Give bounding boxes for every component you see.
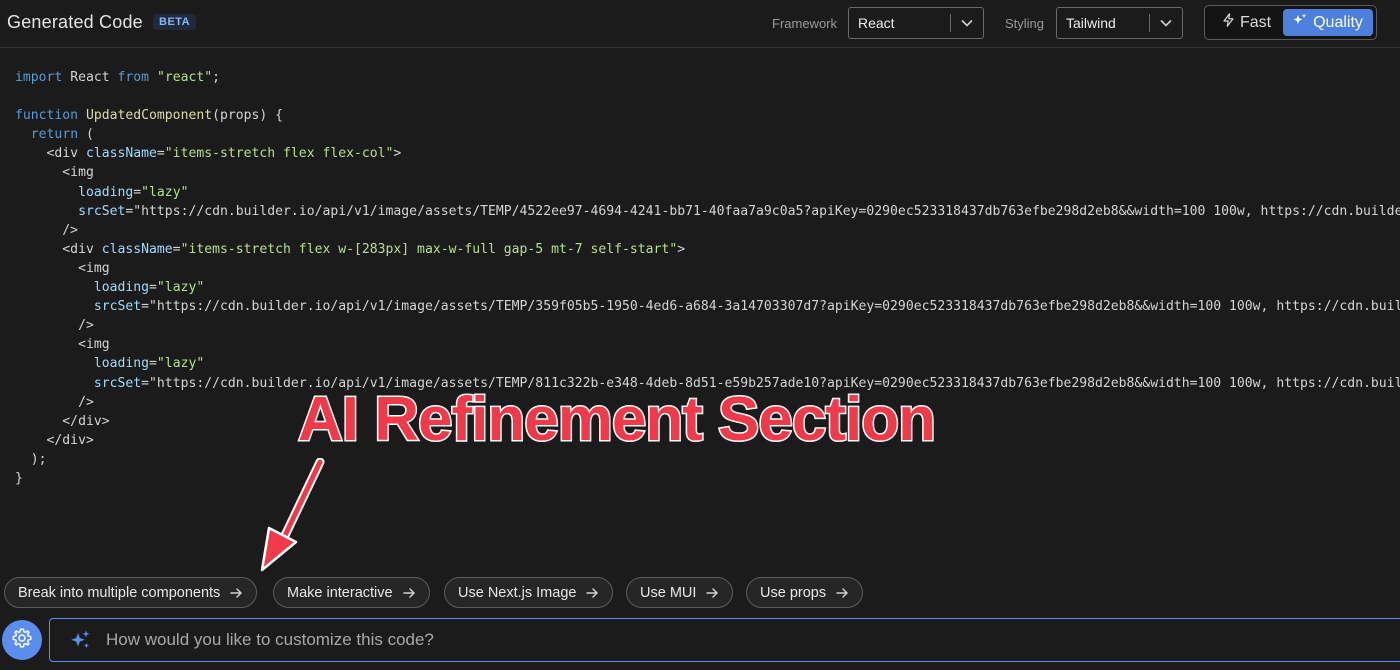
header-bar: Generated Code BETA Framework React Styl… xyxy=(0,0,1400,48)
bolt-icon xyxy=(1223,13,1234,32)
suggestion-chip[interactable]: Use MUI xyxy=(626,577,734,608)
code-line: <div className="items-stretch flex w-[28… xyxy=(15,241,686,257)
suggestion-chip[interactable]: Use props xyxy=(746,577,864,608)
sparkles-icon xyxy=(50,629,106,651)
arrow-right-icon xyxy=(402,587,416,599)
annotation-arrow-icon xyxy=(260,458,325,572)
beta-badge: BETA xyxy=(153,14,197,30)
code-line: loading="lazy" xyxy=(93,280,205,296)
chevron-down-icon xyxy=(1150,19,1182,27)
suggestion-chip[interactable]: Use Next.js Image xyxy=(444,577,614,608)
prompt-input[interactable] xyxy=(106,630,1400,650)
code-line: loading="lazy" xyxy=(78,184,189,200)
arrow-right-icon xyxy=(230,587,243,599)
arrow-right-icon xyxy=(706,587,719,599)
code-line: <img xyxy=(15,165,94,181)
quality-mode-button[interactable]: Quality xyxy=(1283,9,1373,36)
code-line: srcSet="https://cdn.builder.io/api/v1/im… xyxy=(78,203,1400,219)
framework-value: React xyxy=(858,15,895,31)
settings-button[interactable] xyxy=(2,620,42,660)
code-line: function UpdatedComponent(props) { xyxy=(15,108,284,124)
code-line: srcSet="https://cdn.builder.io/api/v1/im… xyxy=(93,299,1400,315)
chip-label: Break into multiple components xyxy=(18,584,221,601)
quality-mode-label: Quality xyxy=(1313,13,1363,31)
code-line: /> xyxy=(15,318,94,334)
arrow-right-icon xyxy=(836,587,849,599)
chip-label: Use MUI xyxy=(640,584,697,601)
sparkle-icon xyxy=(1293,13,1307,32)
gear-icon xyxy=(11,627,33,654)
code-line: <img xyxy=(15,260,110,276)
arrow-right-icon xyxy=(586,587,599,599)
mode-toggle: Fast Quality xyxy=(1204,5,1377,40)
styling-select[interactable]: Tailwind xyxy=(1056,7,1183,39)
code-line: return ( xyxy=(30,127,94,143)
framework-label: Framework xyxy=(772,16,838,31)
code-line: loading="lazy" xyxy=(93,356,205,372)
code-line: <img xyxy=(15,337,110,353)
fast-mode-button[interactable]: Fast xyxy=(1209,9,1285,36)
code-line: import React from "react"; xyxy=(15,70,221,85)
chevron-down-icon xyxy=(951,19,983,27)
code-line: } xyxy=(15,470,23,486)
fast-mode-label: Fast xyxy=(1239,13,1272,31)
chip-label: Make interactive xyxy=(287,584,393,601)
annotation-label: AI Refinement Section xyxy=(297,384,938,456)
code-line: <div className="items-stretch flex flex-… xyxy=(15,146,402,162)
framework-select[interactable]: React xyxy=(848,7,984,39)
styling-label: Styling xyxy=(1005,16,1045,31)
suggestion-chip[interactable]: Break into multiple components xyxy=(4,577,258,608)
chip-label: Use props xyxy=(760,584,827,601)
page-title: Generated Code xyxy=(7,12,143,32)
styling-value: Tailwind xyxy=(1066,15,1116,31)
code-line: /> xyxy=(15,222,79,238)
chip-label: Use Next.js Image xyxy=(458,584,577,601)
suggestion-chip[interactable]: Make interactive xyxy=(273,577,430,608)
prompt-bar xyxy=(49,618,1400,662)
